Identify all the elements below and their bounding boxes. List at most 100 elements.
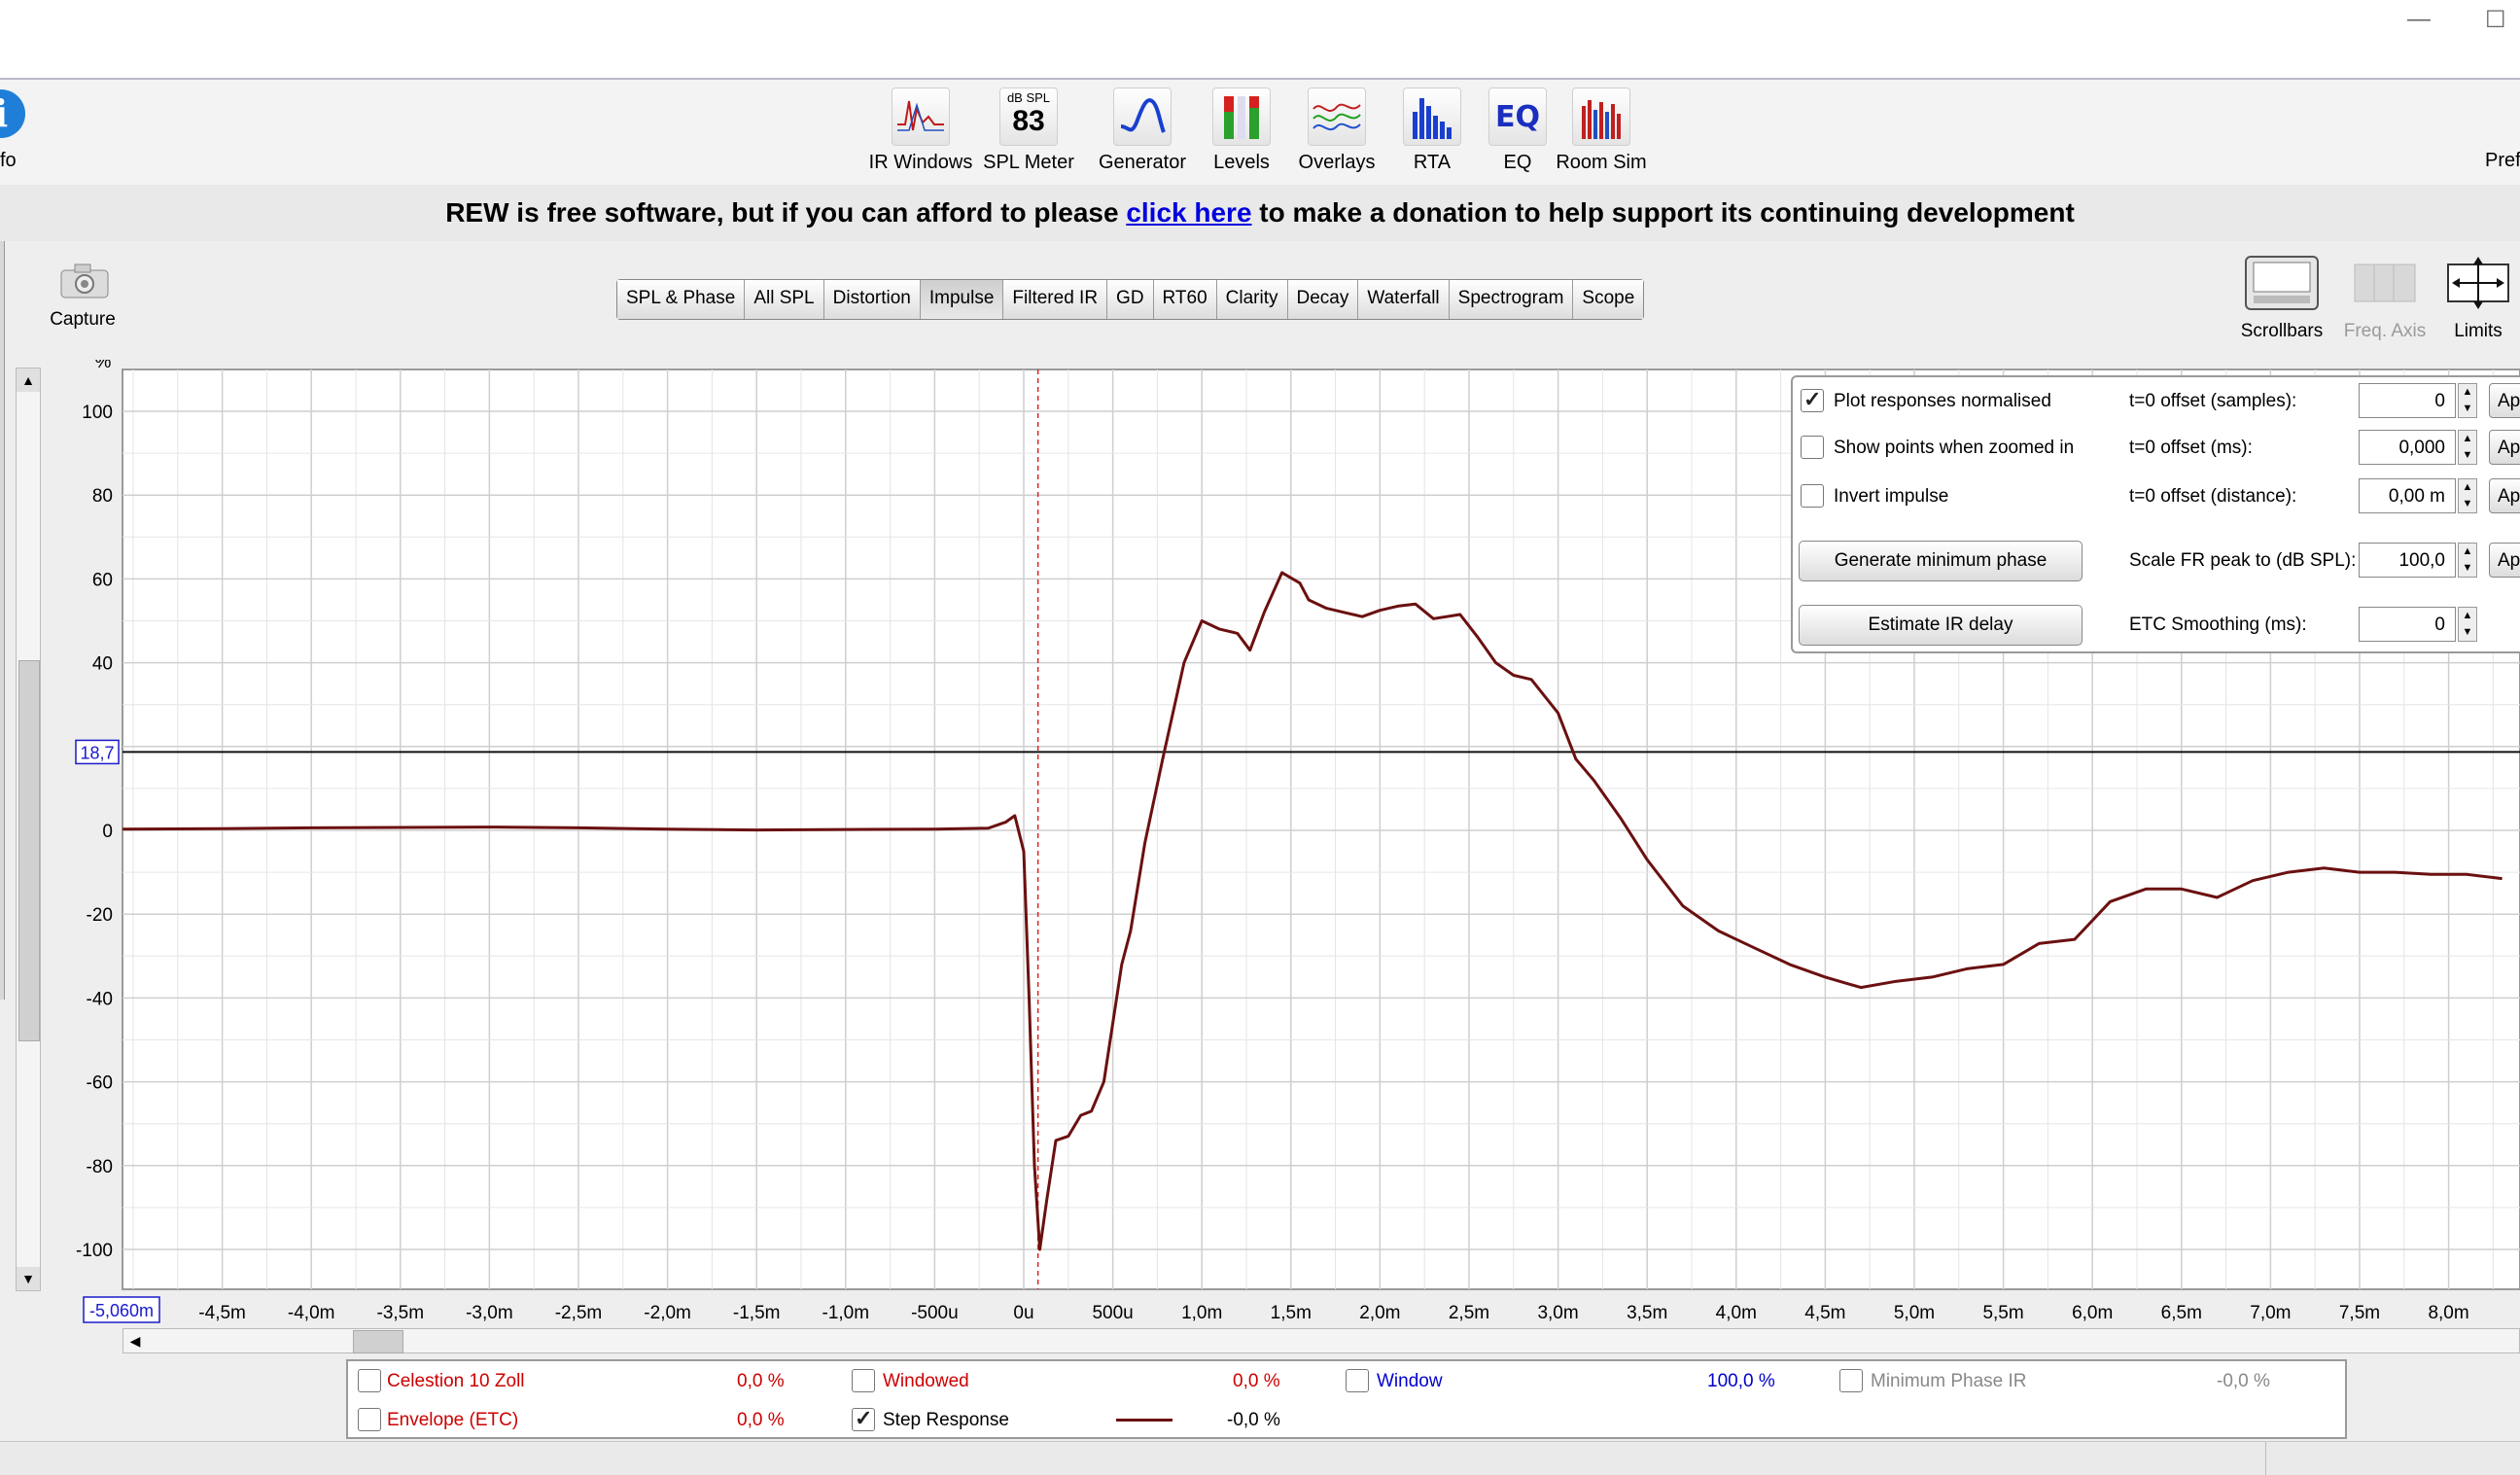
apply-offset-ms-button[interactable]: Ap	[2489, 430, 2520, 465]
toolbar-ir-windows[interactable]: IR Windows	[867, 88, 974, 174]
capture-button[interactable]	[51, 261, 119, 304]
maximize-button[interactable]: ☐	[2485, 6, 2506, 34]
rta-icon	[1403, 88, 1461, 146]
status-divider	[2265, 1442, 2266, 1475]
legend-line-step-response	[1116, 1419, 1172, 1422]
legend-checkbox-envelope[interactable]	[358, 1408, 381, 1431]
ir-windows-icon	[892, 88, 950, 146]
tab-waterfall[interactable]: Waterfall	[1358, 280, 1450, 319]
offset-samples-stepper[interactable]: ▲ ▼	[2458, 383, 2477, 418]
offset-distance-field[interactable]: 0,00 m	[2359, 478, 2456, 513]
offset-ms-field[interactable]: 0,000	[2359, 430, 2456, 465]
offset-ms-stepper[interactable]: ▲ ▼	[2458, 430, 2477, 465]
scroll-left-arrow-icon[interactable]: ◀	[123, 1329, 147, 1352]
info-icon[interactable]: i	[0, 89, 25, 138]
toolbar-label: Generator	[1098, 152, 1187, 173]
banner-text-after: to make a donation to help support its c…	[1251, 197, 2075, 228]
apply-offset-distance-button[interactable]: Ap	[2489, 478, 2520, 513]
toolbar-spl-meter[interactable]: dB SPL 83 SPL Meter	[975, 88, 1082, 174]
levels-icon	[1212, 88, 1271, 146]
y-tick-label: 0	[102, 822, 113, 842]
legend-checkbox-step-response[interactable]	[852, 1406, 875, 1431]
tab-all-spl[interactable]: All SPL	[745, 280, 824, 319]
legend-name-step-response: Step Response	[883, 1410, 1009, 1430]
offset-distance-stepper[interactable]: ▲ ▼	[2458, 478, 2477, 513]
graph-tabs: SPL & Phase All SPL Distortion Impulse Filte…	[616, 279, 1645, 320]
y-tick-label: 80	[92, 486, 113, 507]
scale-fr-field[interactable]: 100,0	[2359, 543, 2456, 578]
invert-impulse-checkbox[interactable]	[1801, 484, 1824, 508]
tab-scope[interactable]: Scope	[1573, 280, 1644, 319]
y-tick-label: -100	[76, 1241, 113, 1261]
x-tick-label: -4,5m	[198, 1303, 246, 1323]
show-points-checkbox[interactable]	[1801, 436, 1824, 459]
tab-filtered-ir[interactable]: Filtered IR	[1003, 280, 1108, 319]
x-tick-label: 2,0m	[1359, 1303, 1400, 1323]
toolbar-overlays[interactable]: Overlays	[1283, 88, 1390, 174]
spl-meter-icon: dB SPL 83	[999, 88, 1058, 146]
x-cursor-readout: -5,060m	[89, 1301, 154, 1320]
scrollbars-icon	[2245, 256, 2319, 310]
legend-name-window: Window	[1377, 1371, 1443, 1391]
preferences-label[interactable]: Pref	[2485, 150, 2520, 172]
x-tick-label: -3,0m	[466, 1303, 513, 1323]
scale-fr-label: Scale FR peak to (dB SPL):	[2129, 550, 2357, 571]
limits-button[interactable]: Limits	[2436, 255, 2520, 342]
y-axis-unit-label: %	[95, 360, 112, 372]
tab-clarity[interactable]: Clarity	[1216, 280, 1288, 319]
etc-smoothing-field[interactable]: 0	[2359, 607, 2456, 642]
toolbar-label: IR Windows	[868, 152, 973, 173]
donation-link[interactable]: click here	[1126, 197, 1251, 228]
invert-impulse-label: Invert impulse	[1834, 486, 1949, 507]
horizontal-scrollbar[interactable]: ◀	[122, 1328, 2520, 1353]
scrollbars-button[interactable]: Scrollbars	[2238, 255, 2326, 342]
toolbar-label: Levels	[1213, 152, 1270, 173]
x-tick-label: 6,0m	[2072, 1303, 2113, 1323]
tab-impulse[interactable]: Impulse	[920, 280, 1004, 319]
tab-decay[interactable]: Decay	[1287, 280, 1359, 319]
estimate-ir-delay-button[interactable]: Estimate IR delay	[1799, 605, 2082, 646]
tab-rt60[interactable]: RT60	[1153, 280, 1217, 319]
x-tick-label: 500u	[1092, 1303, 1133, 1323]
plot-normalised-checkbox[interactable]	[1801, 387, 1824, 412]
show-points-label: Show points when zoomed in	[1834, 438, 2075, 458]
offset-ms-label: t=0 offset (ms):	[2129, 438, 2253, 458]
tab-spl-phase[interactable]: SPL & Phase	[617, 280, 746, 319]
tab-spectrogram[interactable]: Spectrogram	[1449, 280, 1574, 319]
legend-value-envelope: 0,0 %	[737, 1410, 785, 1430]
legend-checkbox-min-phase[interactable]	[1839, 1369, 1863, 1392]
x-tick-label: 4,0m	[1716, 1303, 1757, 1323]
tab-gd[interactable]: GD	[1107, 280, 1154, 319]
scrollbars-label: Scrollbars	[2240, 321, 2324, 341]
y-tick-label: -80	[87, 1157, 113, 1177]
offset-samples-field[interactable]: 0	[2359, 383, 2456, 418]
toolbar-room-sim[interactable]: Room Sim	[1548, 88, 1655, 174]
x-tick-label: 3,5m	[1627, 1303, 1667, 1323]
legend-name-celestion: Celestion 10 Zoll	[387, 1371, 525, 1391]
capture-label: Capture	[50, 309, 116, 330]
x-tick-label: 5,0m	[1894, 1303, 1935, 1323]
legend-checkbox-windowed[interactable]	[852, 1369, 875, 1392]
plot-normalised-label: Plot responses normalised	[1834, 391, 2051, 411]
toolbar-label: Overlays	[1298, 152, 1376, 173]
apply-offset-samples-button[interactable]: Ap	[2489, 383, 2520, 418]
x-tick-label: 7,0m	[2250, 1303, 2291, 1323]
spl-meter-icon-value: 83	[1012, 105, 1045, 137]
scale-fr-stepper[interactable]: ▲ ▼	[2458, 543, 2477, 578]
apply-scale-fr-button[interactable]: Ap	[2489, 543, 2520, 578]
limits-label: Limits	[2454, 321, 2502, 341]
etc-smoothing-stepper[interactable]: ▲ ▼	[2458, 607, 2477, 642]
x-tick-label: -500u	[911, 1303, 959, 1323]
toolbar-levels[interactable]: Levels	[1188, 88, 1295, 174]
x-tick-label: 1,5m	[1271, 1303, 1312, 1323]
generate-minimum-phase-button[interactable]: Generate minimum phase	[1799, 541, 2082, 581]
toolbar-generator[interactable]: Generator	[1089, 88, 1196, 174]
legend-checkbox-window[interactable]	[1346, 1369, 1369, 1392]
horizontal-scroll-thumb[interactable]	[353, 1330, 403, 1353]
minimize-button[interactable]: —	[2407, 6, 2431, 33]
x-tick-label: -3,5m	[377, 1303, 425, 1323]
tab-distortion[interactable]: Distortion	[823, 280, 921, 319]
legend-checkbox-celestion[interactable]	[358, 1369, 381, 1392]
y-tick-label: 60	[92, 570, 113, 590]
overlays-icon	[1308, 88, 1366, 146]
